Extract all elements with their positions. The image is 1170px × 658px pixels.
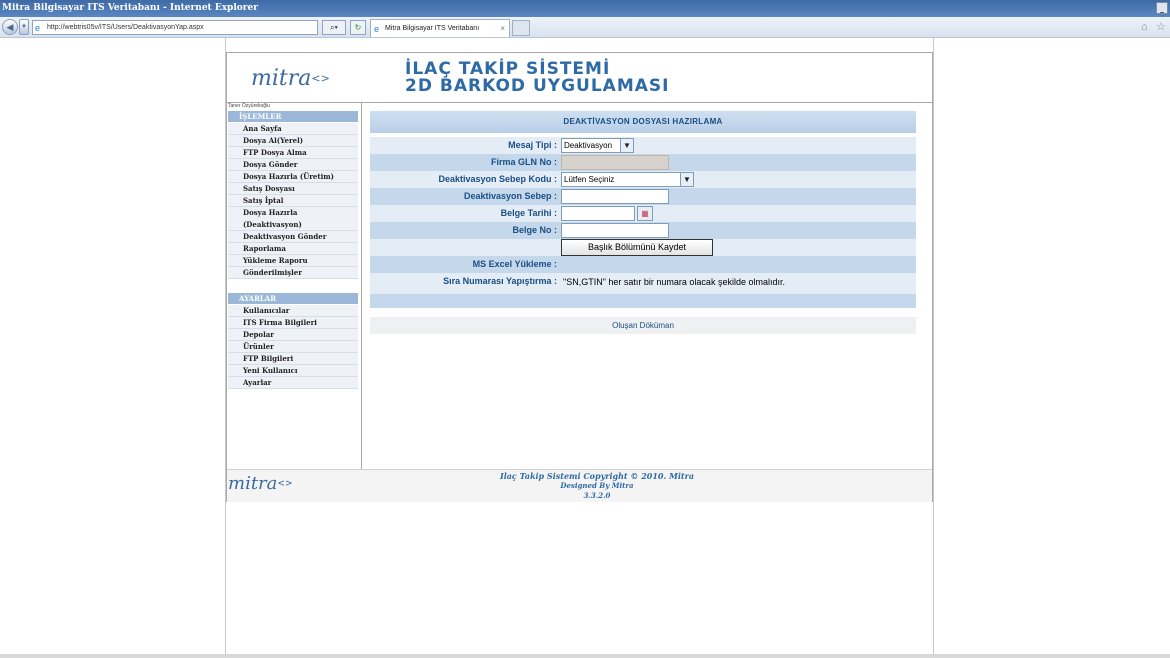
user-name: Taner Özyürekoğlu [228, 103, 270, 109]
address-bar[interactable]: e http://webtris05v/ITS/Users/Deaktivasy… [32, 20, 318, 35]
logo-brackets: <> [311, 72, 330, 85]
row-sebep-kodu: Deaktivasyon Sebep Kodu : Lütfen Seçiniz… [370, 171, 916, 188]
chevron-down-icon[interactable]: ▼ [620, 139, 633, 152]
tab-page-icon: e [374, 24, 380, 34]
sebep-kodu-value: Lütfen Seçiniz [564, 175, 615, 184]
tab-close-icon[interactable]: × [500, 20, 505, 37]
page-title: İLAÇ TAKİP SİSTEMİ 2D BARKOD UYGULAMASI [405, 61, 669, 95]
row-empty [370, 294, 916, 308]
sira-label: Sıra Numarası Yapıştırma : [443, 276, 557, 286]
sidebar-item-satis-dosyasi[interactable]: Satış Dosyası [228, 183, 358, 195]
sidebar-item-kullanicilar[interactable]: Kullanıcılar [228, 305, 358, 317]
tab-title: Mitra Bilgisayar ITS Veritabanı [385, 25, 480, 32]
tab-active[interactable]: e Mitra Bilgisayar ITS Veritabanı × [370, 19, 510, 37]
sebep-kodu-select[interactable]: Lütfen Seçiniz ▼ [561, 172, 694, 187]
sidebar-item-yukleme-raporu[interactable]: Yükleme Raporu [228, 255, 358, 267]
belge-tarihi-label: Belge Tarihi : [500, 208, 557, 218]
back-arrow-icon[interactable]: ◀ [2, 19, 18, 35]
chevron-down-icon[interactable]: ▼ [680, 173, 693, 186]
row-sira-numarasi: Sıra Numarası Yapıştırma : "SN,GTIN" her… [370, 273, 916, 294]
search-dropdown-icon[interactable]: ⌕▾ [322, 20, 346, 35]
belge-no-input[interactable] [561, 223, 669, 238]
sidebar-item-its-firma-bilgileri[interactable]: ITS Firma Bilgileri [228, 317, 358, 329]
row-save: Başlık Bölümünü Kaydet [370, 239, 916, 256]
mesaj-tipi-label: Mesaj Tipi : [508, 140, 557, 150]
mitra-logo[interactable]: mitra<> [251, 67, 330, 91]
footer-logo-text: mitra [228, 473, 278, 494]
app-header: mitra<> İLAÇ TAKİP SİSTEMİ 2D BARKOD UYG… [227, 53, 932, 103]
mesaj-tipi-value: Deaktivasyon [564, 141, 613, 150]
favorites-star-icon[interactable]: ☆ [1156, 21, 1166, 33]
sidebar-item-deaktivasyon-gonder[interactable]: Deaktivasyon Gönder [228, 231, 358, 243]
row-firma-gln: Firma GLN No : [370, 154, 916, 171]
app-footer: mitra<> Ilaç Takip Sistemi Copyright © 2… [227, 469, 932, 502]
app-frame: mitra<> İLAÇ TAKİP SİSTEMİ 2D BARKOD UYG… [226, 52, 933, 502]
firma-gln-label: Firma GLN No : [490, 157, 557, 167]
sidebar-item-gonderilmisler[interactable]: Gönderilmişler [228, 267, 358, 279]
browser-toolbar: ◀ ▼ e http://webtris05v/ITS/Users/Deakti… [0, 17, 1170, 38]
window-title: Mitra Bilgisayar ITS Veritabanı - Intern… [2, 3, 258, 13]
belge-no-label: Belge No : [512, 225, 557, 235]
page-icon: e [35, 23, 41, 33]
sidebar-item-dosya-al[interactable]: Dosya Al(Yerel) [228, 135, 358, 147]
sidebar-item-ana-sayfa[interactable]: Ana Sayfa [228, 123, 358, 135]
footer-designed-by: Designed By Mitra [560, 481, 634, 490]
sidebar-item-dosya-hazirla-deaktivasyon-line2[interactable]: (Deaktivasyon) [228, 219, 358, 231]
sidebar: Taner Özyürekoğlu İŞLEMLER Ana Sayfa Dos… [227, 103, 362, 469]
sebep-label: Deaktivasyon Sebep : [463, 191, 557, 201]
row-mesaj-tipi: Mesaj Tipi : Deaktivasyon ▼ [370, 137, 916, 154]
refresh-icon[interactable]: ↻ [350, 20, 366, 35]
sidebar-item-ayarlar[interactable]: Ayarlar [228, 377, 358, 389]
logo-text: mitra [251, 66, 312, 91]
sidebar-item-urunler[interactable]: Ürünler [228, 341, 358, 353]
olusan-dokuman-link[interactable]: Oluşan Döküman [370, 317, 916, 334]
history-dropdown-icon[interactable]: ▼ [19, 19, 29, 35]
new-tab-button[interactable] [512, 20, 530, 36]
title-line-2: 2D BARKOD UYGULAMASI [405, 76, 670, 96]
page-column-border-right [933, 38, 934, 658]
window-titlebar: Mitra Bilgisayar ITS Veritabanı - Intern… [0, 0, 1170, 17]
sidebar-item-satis-iptal[interactable]: Satış İptal [228, 195, 358, 207]
sidebar-item-depolar[interactable]: Depolar [228, 329, 358, 341]
status-bar [0, 654, 1170, 658]
sidebar-item-dosya-hazirla-uretim[interactable]: Dosya Hazırla (Üretim) [228, 171, 358, 183]
menu-heading-ayarlar: AYARLAR [228, 293, 358, 304]
footer-logo-brackets: <> [277, 479, 293, 489]
sira-hint: "SN,GTIN" her satır bir numara olacak şe… [563, 277, 785, 287]
form-title: DEAKTİVASYON DOSYASI HAZIRLAMA [370, 111, 916, 133]
menu-heading-islemler: İŞLEMLER [228, 111, 358, 122]
firma-gln-field [561, 155, 669, 170]
sidebar-item-dosya-hazirla-deaktivasyon[interactable]: Dosya Hazırla [228, 207, 358, 219]
save-header-button[interactable]: Başlık Bölümünü Kaydet [561, 239, 713, 256]
sebep-kodu-label: Deaktivasyon Sebep Kodu : [438, 174, 557, 184]
row-excel: MS Excel Yükleme : [370, 256, 916, 273]
mesaj-tipi-select[interactable]: Deaktivasyon ▼ [561, 138, 634, 153]
footer-mitra-logo: mitra<> [228, 474, 293, 494]
sidebar-item-ftp-dosya-alma[interactable]: FTP Dosya Alma [228, 147, 358, 159]
calendar-icon[interactable]: ▦ [637, 206, 653, 221]
sidebar-item-ftp-bilgileri[interactable]: FTP Bilgileri [228, 353, 358, 365]
row-belge-tarihi: Belge Tarihi : ▦ [370, 205, 916, 222]
minimize-icon[interactable]: _ [1156, 2, 1168, 14]
sidebar-item-raporlama[interactable]: Raporlama [228, 243, 358, 255]
belge-tarihi-input[interactable] [561, 206, 635, 221]
footer-copyright: Ilaç Takip Sistemi Copyright © 2010. Mit… [499, 471, 695, 481]
sidebar-item-yeni-kullanici[interactable]: Yeni Kullanıcı [228, 365, 358, 377]
sidebar-item-dosya-gonder[interactable]: Dosya Gönder [228, 159, 358, 171]
sebep-input[interactable] [561, 189, 669, 204]
excel-label: MS Excel Yükleme : [472, 259, 557, 269]
row-sebep: Deaktivasyon Sebep : [370, 188, 916, 205]
row-belge-no: Belge No : [370, 222, 916, 239]
home-icon[interactable]: ⌂ [1141, 21, 1148, 33]
address-url: http://webtris05v/ITS/Users/Deaktivasyon… [47, 24, 204, 31]
footer-version: 3.3.2.0 [583, 491, 611, 500]
